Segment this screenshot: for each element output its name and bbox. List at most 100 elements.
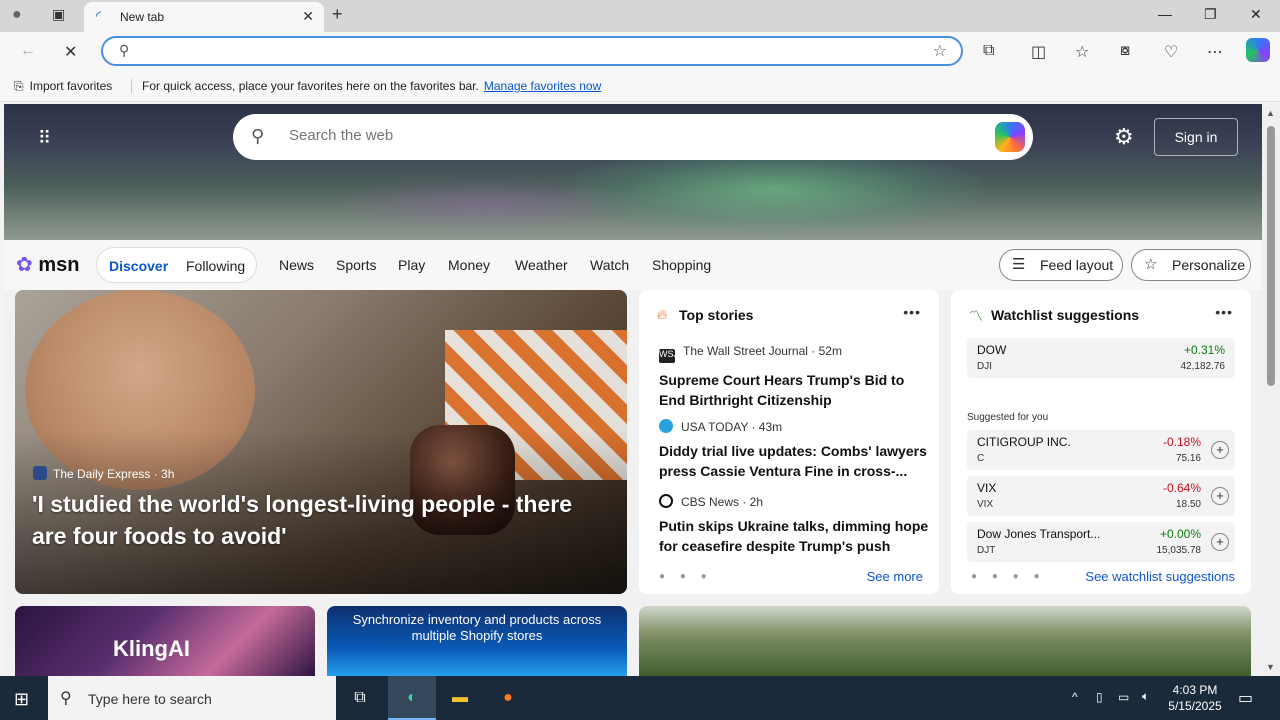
- story-headline[interactable]: Putin skips Ukraine talks, dimming hope …: [659, 516, 929, 556]
- taskbar-clock[interactable]: 4:03 PM 5/15/2025: [1160, 682, 1230, 714]
- story-item[interactable]: WSJ The Wall Street Journal · 52m Supreme…: [659, 344, 929, 410]
- nav-weather[interactable]: Weather: [515, 257, 568, 273]
- settings-more-icon[interactable]: ⋯: [1207, 42, 1223, 62]
- stock-row[interactable]: Dow Jones Transport... DJT +0.00% 15,035…: [967, 522, 1235, 562]
- story-item[interactable]: CBS News · 2h Putin skips Ukraine talks,…: [659, 494, 929, 556]
- kling-ad-card[interactable]: KlingAI: [15, 606, 315, 676]
- tab-discover[interactable]: Discover: [109, 258, 168, 274]
- search-icon: ⚲: [60, 690, 72, 707]
- shopify-ad-card[interactable]: Synchronize inventory and products acros…: [327, 606, 627, 676]
- cbs-logo-icon: [659, 494, 673, 508]
- clock-date: 5/15/2025: [1168, 699, 1222, 713]
- nav-sports[interactable]: Sports: [336, 257, 376, 273]
- new-tab-icon[interactable]: +: [332, 4, 343, 25]
- manage-favorites-link[interactable]: Manage favorites now: [484, 79, 601, 93]
- tab-new-tab[interactable]: ◜ New tab ✕: [84, 2, 324, 32]
- volume-icon[interactable]: 🔈︎: [1142, 689, 1149, 704]
- story-item[interactable]: USA TODAY · 43m Diddy trial live updates…: [659, 419, 929, 481]
- web-search-input[interactable]: [289, 127, 939, 144]
- stock-row[interactable]: CITIGROUP INC. C -0.18% 75.16 +: [967, 430, 1235, 470]
- extensions-icon[interactable]: ⧉: [983, 42, 994, 60]
- main-story-card[interactable]: The Daily Express · 3h 'I studied the wo…: [15, 290, 627, 594]
- more-options-icon[interactable]: •••: [903, 304, 921, 320]
- forest-image-card[interactable]: [639, 606, 1251, 676]
- copilot-search-icon[interactable]: [995, 122, 1025, 152]
- network-icon[interactable]: ▭: [1118, 690, 1129, 704]
- favorites-icon[interactable]: ☆: [1075, 42, 1089, 62]
- minimize-icon[interactable]: —: [1158, 6, 1172, 22]
- firefox-icon[interactable]: ●: [494, 686, 522, 710]
- top-stories-title: Top stories: [679, 307, 754, 323]
- see-more-link[interactable]: See more: [867, 569, 923, 584]
- nav-news[interactable]: News: [279, 257, 314, 273]
- taskbar-search[interactable]: ⚲ Type here to search: [48, 676, 336, 720]
- add-to-watchlist-icon[interactable]: +: [1211, 533, 1229, 551]
- tab-actions-icon[interactable]: ▣: [52, 6, 65, 23]
- add-to-watchlist-icon[interactable]: +: [1211, 487, 1229, 505]
- stock-row-featured[interactable]: DOW DJI +0.31% 42,182.76: [967, 338, 1235, 378]
- see-watchlist-link[interactable]: See watchlist suggestions: [1085, 569, 1235, 584]
- scroll-up-icon[interactable]: ▲: [1266, 108, 1275, 118]
- stock-row[interactable]: VIX VIX -0.64% 18.50 +: [967, 476, 1235, 516]
- address-input[interactable]: [143, 42, 903, 60]
- show-hidden-icons-icon[interactable]: ^: [1072, 690, 1078, 704]
- sign-in-button[interactable]: Sign in: [1154, 118, 1238, 156]
- close-tab-icon[interactable]: ✕: [302, 8, 314, 25]
- page-settings-icon[interactable]: ⚙: [1114, 124, 1134, 150]
- stop-icon[interactable]: ✕: [64, 42, 77, 62]
- scrollbar-thumb[interactable]: [1267, 126, 1275, 386]
- nav-play[interactable]: Play: [398, 257, 425, 273]
- collections-icon[interactable]: ⧇: [1120, 42, 1130, 60]
- copilot-icon[interactable]: [1246, 38, 1270, 62]
- windows-start-icon[interactable]: ⊞: [14, 689, 29, 710]
- stock-name: VIX: [977, 481, 997, 495]
- clock-time: 4:03 PM: [1172, 683, 1218, 697]
- msn-logo[interactable]: ✿ msn: [16, 252, 79, 277]
- usa-today-logo-icon: [659, 419, 673, 433]
- tab-strip: ● ▣ ◜ New tab ✕ + — ❐ ✕: [0, 0, 1280, 32]
- story-headline[interactable]: Diddy trial live updates: Combs' lawyers…: [659, 441, 929, 481]
- edge-icon: ◐: [407, 689, 417, 706]
- favorite-star-icon[interactable]: ☆: [933, 41, 947, 61]
- vertical-scrollbar[interactable]: ▲ ▼: [1262, 104, 1280, 676]
- back-icon[interactable]: ←: [20, 42, 36, 60]
- task-view-icon[interactable]: ⧉: [346, 686, 374, 710]
- story-source: CBS News · 2h: [659, 494, 929, 509]
- nav-watch[interactable]: Watch: [590, 257, 629, 273]
- split-screen-icon[interactable]: ◫: [1031, 42, 1046, 62]
- browser-essentials-icon[interactable]: ♡: [1164, 42, 1178, 62]
- main-story-source: The Daily Express · 3h: [33, 466, 174, 481]
- msn-nav-bar: ✿ msn Discover Following News Sports Pla…: [4, 240, 1262, 290]
- nav-money[interactable]: Money: [448, 257, 490, 273]
- feed-toggle: Discover Following: [96, 247, 257, 283]
- new-tab-page: ⠿ ⚲ ⚙ Sign in ✿ msn Discover Following N…: [4, 104, 1262, 676]
- nav-shopping[interactable]: Shopping: [652, 257, 711, 273]
- story-headline[interactable]: Supreme Court Hears Trump's Bid to End B…: [659, 370, 929, 410]
- story-source-text: USA TODAY · 43m: [681, 420, 783, 434]
- tab-following[interactable]: Following: [186, 258, 245, 274]
- flame-icon: 🔥︎: [657, 306, 668, 322]
- profile-icon[interactable]: ●: [12, 6, 22, 24]
- restore-icon[interactable]: ❐: [1204, 6, 1217, 23]
- feed-layout-label: Feed layout: [1040, 257, 1114, 273]
- import-favorites[interactable]: ⎘ Import favorites: [14, 79, 112, 94]
- stock-change: +0.31%: [1183, 343, 1225, 357]
- feed-layout-button[interactable]: ☰ Feed layout: [999, 249, 1123, 281]
- main-story-headline[interactable]: 'I studied the world's longest-living pe…: [32, 488, 592, 552]
- personalize-button[interactable]: ☆ Personalize: [1131, 249, 1251, 281]
- pagination-dots[interactable]: ● ● ● ●: [971, 571, 1046, 582]
- more-options-icon[interactable]: •••: [1215, 304, 1233, 320]
- pagination-dots[interactable]: ● ● ●: [659, 571, 713, 582]
- notifications-icon[interactable]: ▭: [1238, 688, 1253, 708]
- file-explorer-icon[interactable]: ▬: [446, 686, 474, 710]
- close-window-icon[interactable]: ✕: [1250, 6, 1262, 23]
- add-to-watchlist-icon[interactable]: +: [1211, 441, 1229, 459]
- web-search-box[interactable]: ⚲: [233, 114, 1033, 160]
- address-bar[interactable]: ⚲ ☆: [101, 36, 963, 66]
- device-icon[interactable]: ▯: [1096, 690, 1103, 704]
- stock-symbol: C: [977, 453, 985, 464]
- app-launcher-icon[interactable]: ⠿: [38, 128, 58, 148]
- scroll-down-icon[interactable]: ▼: [1266, 662, 1275, 672]
- aurora-glow-secondary: [334, 174, 634, 234]
- edge-taskbar-button[interactable]: ◐: [388, 676, 436, 720]
